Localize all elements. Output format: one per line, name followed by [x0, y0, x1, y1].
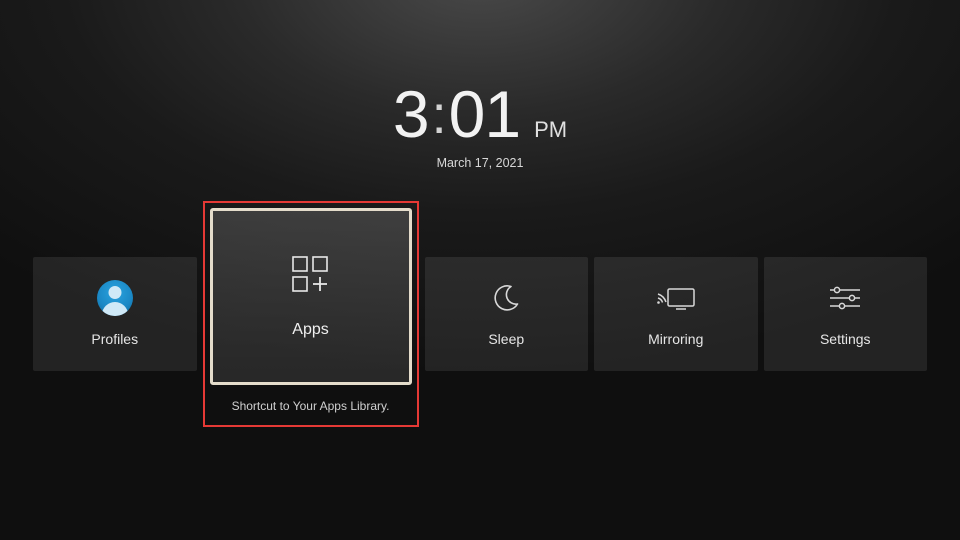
tile-settings-label: Settings — [820, 331, 871, 347]
clock-area: 3 : 01 PM March 17, 2021 — [0, 76, 960, 170]
sliders-icon — [828, 284, 862, 312]
moon-icon — [491, 283, 521, 313]
clock-minute: 01 — [449, 76, 520, 152]
highlight-frame: Apps Shortcut to Your Apps Library. — [203, 201, 419, 427]
apps-icon — [287, 255, 335, 295]
clock-date: March 17, 2021 — [0, 156, 960, 170]
tile-mirroring-label: Mirroring — [648, 331, 703, 347]
tile-settings[interactable]: Settings — [764, 257, 928, 371]
tile-apps-caption: Shortcut to Your Apps Library. — [205, 399, 417, 413]
tile-apps[interactable]: Apps — [210, 208, 412, 385]
clock-colon: : — [429, 84, 449, 146]
tile-apps-label: Apps — [292, 321, 328, 339]
tile-sleep-label: Sleep — [488, 331, 524, 347]
clock-suffix: PM — [534, 117, 567, 143]
mirroring-icon — [655, 283, 697, 313]
tile-sleep[interactable]: Sleep — [425, 257, 589, 371]
tile-profiles[interactable]: Profiles — [33, 257, 197, 371]
profile-icon — [97, 280, 133, 316]
tile-row: Profiles Apps Shortcut to Your Apps Libr… — [33, 238, 927, 390]
tile-profiles-label: Profiles — [91, 331, 138, 347]
clock-hour: 3 — [393, 76, 429, 152]
tile-mirroring[interactable]: Mirroring — [594, 257, 758, 371]
